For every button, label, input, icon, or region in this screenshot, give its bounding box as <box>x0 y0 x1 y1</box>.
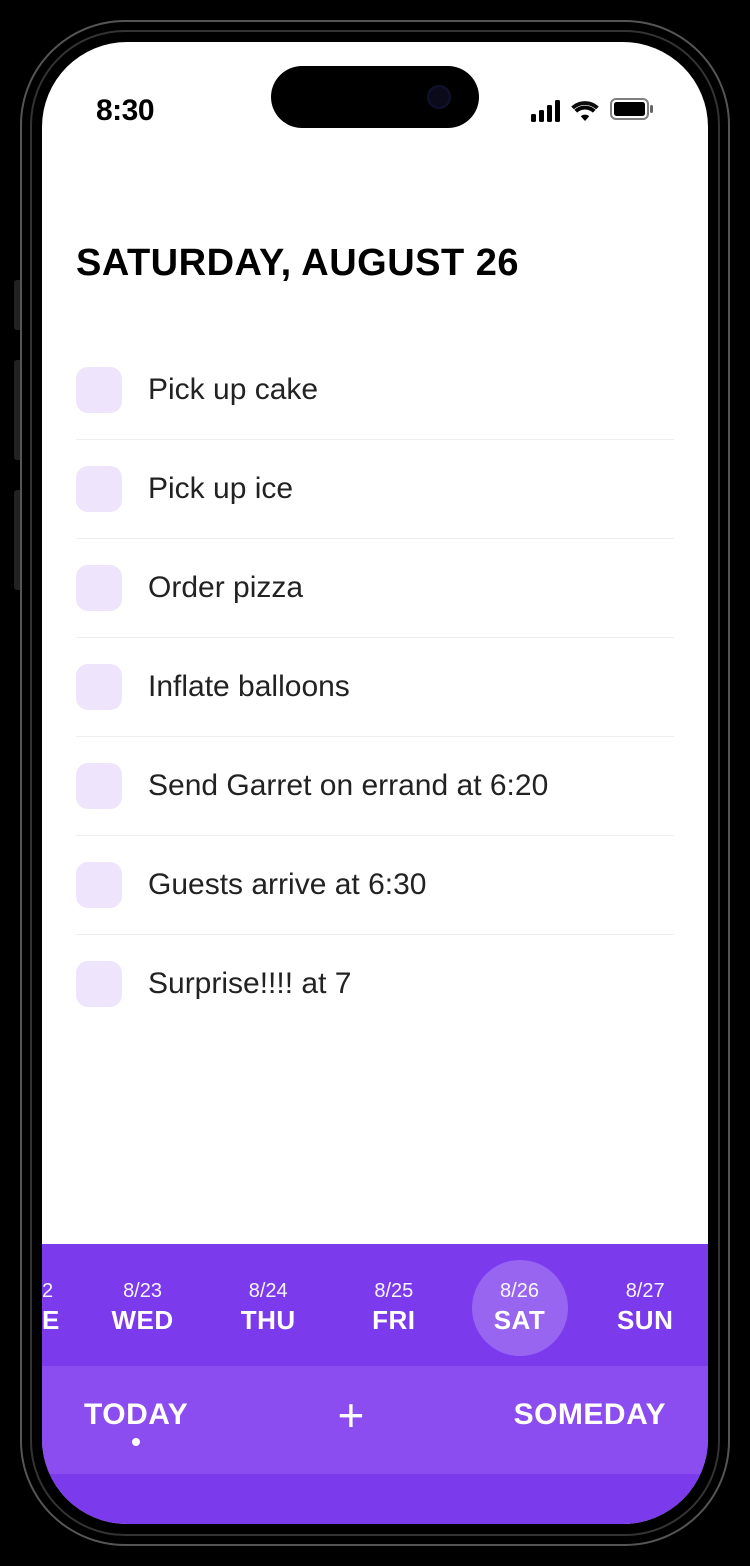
task-checkbox[interactable] <box>76 367 122 413</box>
date-day: SAT <box>457 1305 583 1336</box>
phone-device-frame: 8:30 <box>20 20 730 1546</box>
task-item[interactable]: Pick up ice <box>76 440 674 539</box>
task-checkbox[interactable] <box>76 961 122 1007</box>
task-checkbox[interactable] <box>76 862 122 908</box>
battery-icon <box>610 98 654 125</box>
main-content: SATURDAY, AUGUST 26 Pick up cake Pick up… <box>42 142 708 1244</box>
task-item[interactable]: Inflate balloons <box>76 638 674 737</box>
date-item-sat-selected[interactable]: 8/26 SAT <box>457 1270 583 1346</box>
date-num: 2 <box>42 1280 80 1303</box>
date-item-sun[interactable]: 8/27 SUN <box>582 1270 708 1346</box>
task-item[interactable]: Order pizza <box>76 539 674 638</box>
bottom-bar: TODAY + SOMEDAY <box>42 1366 708 1474</box>
cellular-signal-icon <box>531 100 560 122</box>
date-num: 8/25 <box>331 1280 457 1303</box>
task-label: Pick up ice <box>148 472 293 506</box>
date-item-wed[interactable]: 8/23 WED <box>80 1270 206 1346</box>
date-item-thu[interactable]: 8/24 THU <box>205 1270 331 1346</box>
wifi-icon <box>570 97 600 126</box>
date-num: 8/24 <box>205 1280 331 1303</box>
task-checkbox[interactable] <box>76 664 122 710</box>
bottom-section: 2 E 8/23 WED 8/24 THU 8/25 FRI 8/26 <box>42 1244 708 1524</box>
task-item[interactable]: Send Garret on errand at 6:20 <box>76 737 674 836</box>
task-item[interactable]: Pick up cake <box>76 341 674 440</box>
task-label: Order pizza <box>148 571 303 605</box>
task-item[interactable]: Surprise!!!! at 7 <box>76 935 674 1033</box>
date-day: SUN <box>582 1305 708 1336</box>
task-checkbox[interactable] <box>76 565 122 611</box>
date-num: 8/26 <box>457 1280 583 1303</box>
task-checkbox[interactable] <box>76 466 122 512</box>
task-label: Guests arrive at 6:30 <box>148 868 426 902</box>
task-label: Surprise!!!! at 7 <box>148 967 351 1001</box>
status-time: 8:30 <box>96 94 154 128</box>
someday-button[interactable]: SOMEDAY <box>514 1398 666 1432</box>
add-button[interactable]: + <box>337 1392 364 1438</box>
dynamic-island <box>271 66 479 128</box>
task-label: Inflate balloons <box>148 670 350 704</box>
date-day: WED <box>80 1305 206 1336</box>
task-checkbox[interactable] <box>76 763 122 809</box>
phone-screen: 8:30 <box>42 42 708 1524</box>
date-day: FRI <box>331 1305 457 1336</box>
task-label: Pick up cake <box>148 373 318 407</box>
date-num: 8/23 <box>80 1280 206 1303</box>
date-strip[interactable]: 2 E 8/23 WED 8/24 THU 8/25 FRI 8/26 <box>42 1244 708 1366</box>
date-day: THU <box>205 1305 331 1336</box>
date-item-partial[interactable]: 2 E <box>42 1270 80 1346</box>
task-label: Send Garret on errand at 6:20 <box>148 769 548 803</box>
page-title: SATURDAY, AUGUST 26 <box>76 242 674 285</box>
date-day: E <box>42 1305 80 1336</box>
today-button[interactable]: TODAY <box>84 1398 188 1432</box>
task-item[interactable]: Guests arrive at 6:30 <box>76 836 674 935</box>
date-item-fri[interactable]: 8/25 FRI <box>331 1270 457 1346</box>
date-num: 8/27 <box>582 1280 708 1303</box>
status-icons <box>531 97 654 126</box>
task-list: Pick up cake Pick up ice Order pizza Inf… <box>76 341 674 1033</box>
